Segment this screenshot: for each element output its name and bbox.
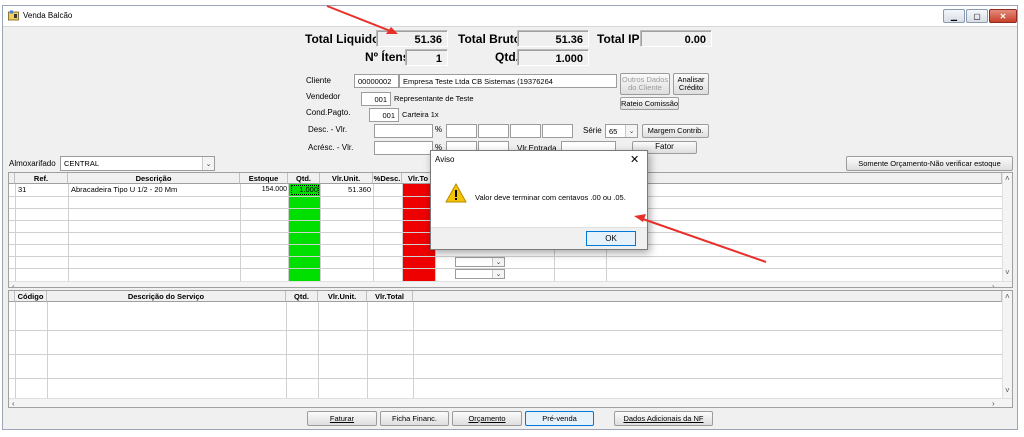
annotation-arrow-right — [639, 217, 767, 263]
annotation-arrowhead-right — [634, 214, 646, 222]
annotation-arrow-top — [326, 5, 394, 33]
annotation-arrows — [326, 5, 767, 263]
